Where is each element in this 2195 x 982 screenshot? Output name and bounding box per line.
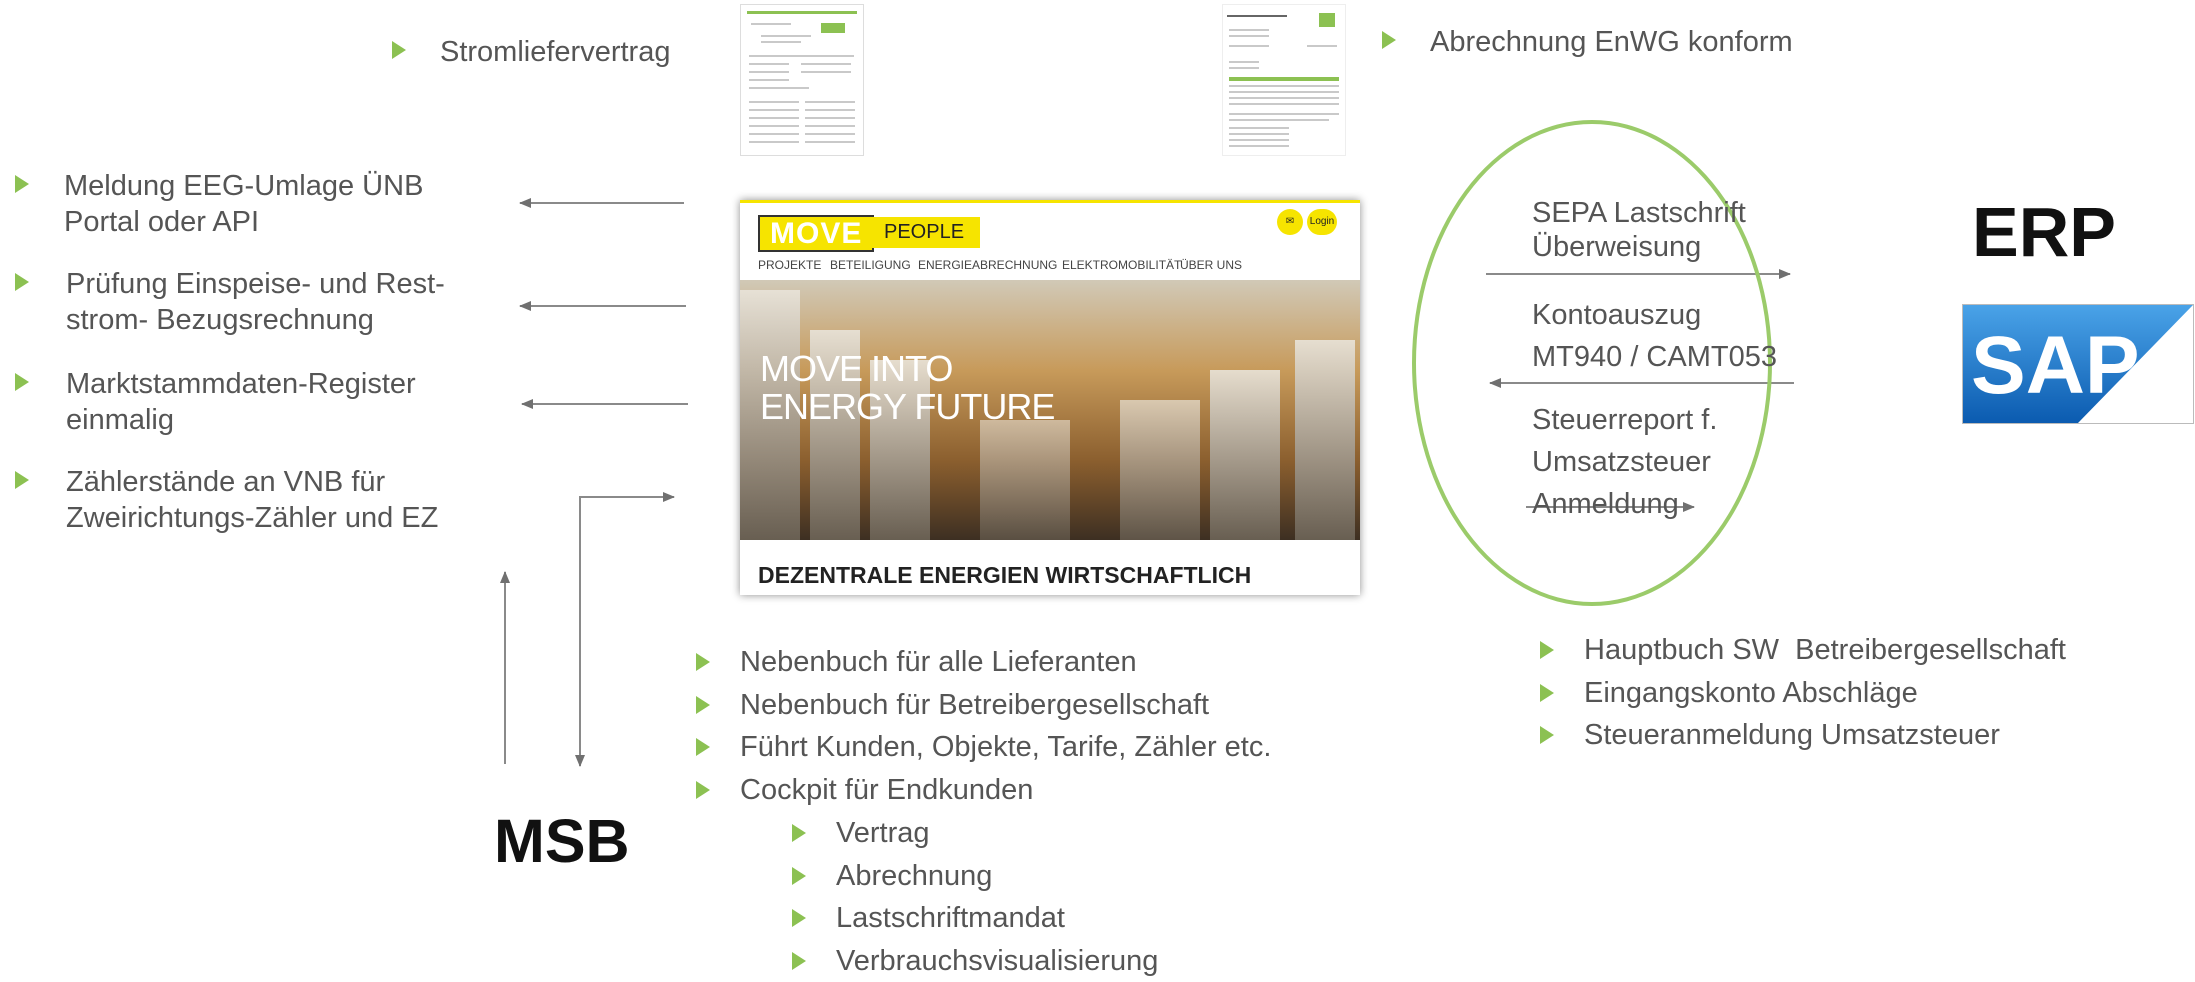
bullet-triangle-icon <box>1540 683 1554 702</box>
hero-line-1: MOVE INTO <box>760 348 953 389</box>
list-item: Lastschriftmandat <box>792 897 1158 940</box>
steuerreport-line-1: Steuerreport f. <box>1532 404 1718 436</box>
steuerreport-text: Steuerreport f. Umsatzsteuer Anmeldung <box>1532 399 1717 525</box>
website-screenshot: MOVE PEOPLE ✉ Login PROJEKTE BETEILIGUNG… <box>740 200 1360 595</box>
kontoauszug-text: Kontoauszug MT940 / CAMT053 <box>1532 294 1777 378</box>
list-item-text: Hauptbuch SW Betreibergesellschaft <box>1584 634 2066 666</box>
list-item-text: Lastschriftmandat <box>836 902 1065 935</box>
list-item-text: Eingangskonto Abschläge <box>1584 676 1918 709</box>
svg-text:R: R <box>2109 407 2116 418</box>
hero-image: MOVE INTO ENERGY FUTURE <box>740 280 1360 540</box>
list-item: Eingangskonto Abschläge <box>1540 672 2066 715</box>
bullet-triangle-icon <box>1540 641 1554 660</box>
hero-line-2: ENERGY FUTURE <box>760 386 1055 427</box>
sepa-line-1: SEPA Lastschrift <box>1532 197 1746 229</box>
list-item: Steueranmeldung Umsatzsteuer <box>1540 714 2066 757</box>
nav-elektromobilitaet[interactable]: ELEKTROMOBILITÄT <box>1062 258 1181 272</box>
steuerreport-line-3: Anmeldung <box>1532 488 1679 520</box>
list-item-text: Führt Kunden, Objekte, Tarife, Zähler et… <box>740 731 1272 764</box>
website-header: MOVE PEOPLE ✉ Login PROJEKTE BETEILIGUNG… <box>740 200 1360 283</box>
bullet-triangle-icon <box>792 952 806 971</box>
hero-title: MOVE INTO ENERGY FUTURE <box>760 348 1055 427</box>
nav-projekte[interactable]: PROJEKTE <box>758 258 821 272</box>
arrow-msb-to-website <box>579 492 675 760</box>
list-item-text: Cockpit für Endkunden <box>740 773 1034 806</box>
bullet-triangle-icon <box>696 738 710 757</box>
sap-logo: SAP R <box>1962 304 2194 424</box>
bullet-triangle-icon <box>696 695 710 714</box>
website-footer: DEZENTRALE ENERGIEN WIRTSCHAFTLICH <box>740 540 1360 595</box>
msb-label: MSB <box>494 807 630 875</box>
sepa-line-2: Überweisung <box>1532 231 1702 263</box>
login-button[interactable]: Login <box>1307 209 1337 235</box>
steuerreport-line-2: Umsatzsteuer <box>1532 446 1711 478</box>
mail-icon[interactable]: ✉ <box>1277 209 1303 235</box>
list-item-text: Nebenbuch für alle Lieferanten <box>740 646 1137 678</box>
erp-label: ERP <box>1972 193 2116 271</box>
bullet-triangle-icon <box>696 781 710 800</box>
list-item: Abrechnung <box>792 855 1158 898</box>
list-item-text: Vertrag <box>836 817 930 849</box>
list-item: Hauptbuch SW Betreibergesellschaft <box>1540 629 2066 672</box>
bullet-triangle-icon <box>792 866 806 885</box>
sepa-text: SEPA Lastschrift Überweisung <box>1532 196 1746 264</box>
kontoauszug-line-2: MT940 / CAMT053 <box>1532 341 1777 373</box>
bullet-triangle-icon <box>696 653 710 672</box>
list-item-text: Abrechnung <box>836 859 993 892</box>
nav-energieabrechnung[interactable]: ENERGIEABRECHNUNG <box>918 258 1057 272</box>
list-item: Führt Kunden, Objekte, Tarife, Zähler et… <box>696 726 1271 769</box>
list-item: Nebenbuch für Betreibergesellschaft <box>696 684 1271 727</box>
move-logo: MOVE <box>758 215 875 252</box>
list-item: Vertrag <box>792 812 1158 855</box>
center-bullet-list: Nebenbuch für alle Lieferanten Nebenbuch… <box>696 641 1271 811</box>
kontoauszug-line-1: Kontoauszug <box>1532 299 1702 331</box>
sap-logo-text: SAP <box>1971 320 2140 411</box>
sub-bullet-list: Vertrag Abrechnung Lastschriftmandat Ver… <box>792 812 1158 982</box>
nav-ueber-uns[interactable]: ÜBER UNS <box>1180 258 1242 272</box>
list-item-text: Steueranmeldung Umsatzsteuer <box>1584 719 2000 752</box>
list-item: Nebenbuch für alle Lieferanten <box>696 641 1271 684</box>
people-logo: PEOPLE <box>868 217 981 248</box>
bullet-triangle-icon <box>1540 726 1554 745</box>
right-bullet-list: Hauptbuch SW Betreibergesellschaft Einga… <box>1540 629 2066 757</box>
bullet-triangle-icon <box>792 909 806 928</box>
list-item: Cockpit für Endkunden <box>696 769 1271 812</box>
list-item-text: Nebenbuch für Betreibergesellschaft <box>740 688 1210 721</box>
bullet-triangle-icon <box>792 824 806 843</box>
footer-title: DEZENTRALE ENERGIEN WIRTSCHAFTLICH <box>758 562 1252 588</box>
nav-beteiligung[interactable]: BETEILIGUNG <box>830 258 911 272</box>
